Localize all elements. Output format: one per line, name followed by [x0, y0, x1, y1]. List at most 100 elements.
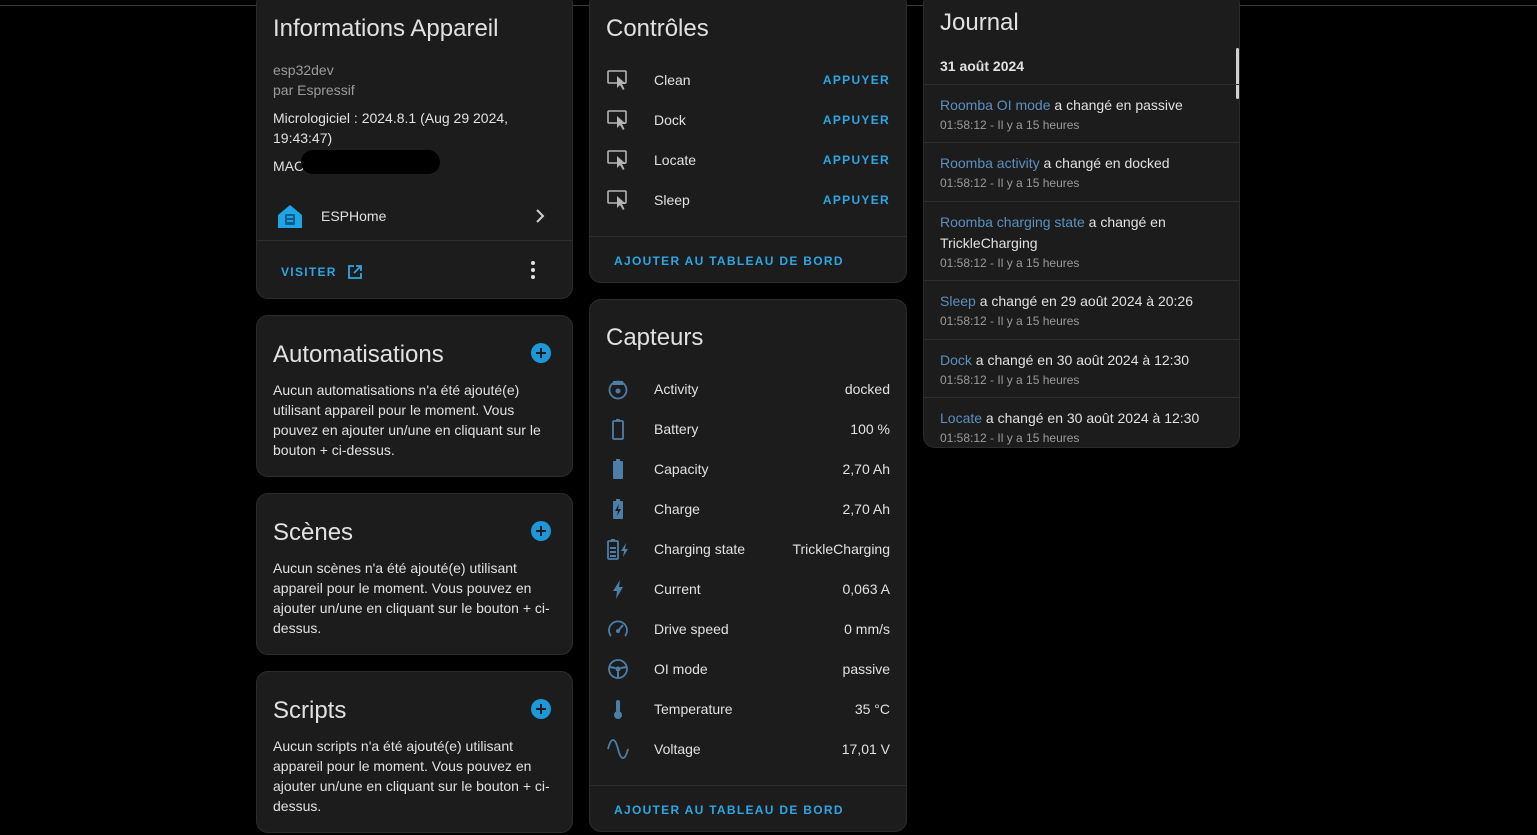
sensor-value: 2,70 Ah	[842, 501, 891, 517]
visit-button[interactable]: VISITER	[281, 264, 363, 280]
sensor-name: Current	[654, 581, 701, 597]
sensor-row-charging-state[interactable]: Charging state TrickleCharging	[606, 529, 890, 569]
automations-card: Automatisations Aucun automatisations n'…	[256, 315, 573, 477]
log-time: 01:58:12 - Il y a 15 heures	[940, 176, 1080, 190]
journal-date: 31 août 2024	[940, 58, 1025, 74]
thermometer-icon	[606, 697, 630, 721]
sensors-divider	[590, 785, 906, 786]
chevron-right-icon	[533, 206, 547, 231]
sensor-value: docked	[844, 381, 890, 397]
log-entry: Roomba charging state a changé en Trickl…	[924, 201, 1239, 270]
sensor-value: 17,01 V	[841, 741, 890, 757]
controls-title: Contrôles	[606, 15, 709, 42]
sensor-row-capacity[interactable]: Capacity 2,70 Ah	[606, 449, 890, 489]
scenes-title: Scènes	[273, 519, 354, 546]
device-mac-label: MAC	[273, 158, 305, 174]
journal-title: Journal	[940, 9, 1019, 36]
button-press-icon	[606, 188, 630, 212]
log-entity-link[interactable]: Roomba OI mode	[940, 97, 1051, 113]
sensor-row-temperature[interactable]: Temperature 35 °C	[606, 689, 890, 729]
controls-divider	[590, 236, 906, 237]
log-time: 01:58:12 - Il y a 15 heures	[940, 314, 1080, 328]
sensor-name: Battery	[654, 421, 699, 437]
sensor-row-current[interactable]: Current 0,063 A	[606, 569, 890, 609]
add-script-button[interactable]	[531, 699, 551, 719]
more-options-icon[interactable]	[527, 258, 539, 282]
sensor-name: Capacity	[654, 461, 709, 477]
sensors-add-to-dashboard-button[interactable]: AJOUTER AU TABLEAU DE BORD	[614, 803, 844, 817]
device-manufacturer: par Espressif	[273, 82, 355, 98]
log-entry: Roomba activity a changé en docked 01:58…	[924, 142, 1239, 190]
sensor-value: 2,70 Ah	[842, 461, 891, 477]
sensor-row-oi-mode[interactable]: OI mode passive	[606, 649, 890, 689]
device-info-card: Informations Appareil esp32dev par Espre…	[256, 0, 573, 299]
log-text: a changé en 30 août 2024 à 12:30	[971, 352, 1190, 368]
scripts-title: Scripts	[273, 697, 347, 724]
log-text: a changé en 29 août 2024 à 20:26	[975, 293, 1194, 309]
sensor-name: Voltage	[654, 741, 701, 757]
log-time: 01:58:12 - Il y a 15 heures	[940, 431, 1080, 445]
sensor-value: TrickleCharging	[792, 541, 890, 557]
log-entity-link[interactable]: Roomba charging state	[940, 214, 1085, 230]
sensor-name: OI mode	[654, 661, 708, 677]
button-press-icon	[606, 108, 630, 132]
sensor-row-battery[interactable]: Battery 100 %	[606, 409, 890, 449]
sensor-value: 35 °C	[854, 701, 890, 717]
battery-outline-icon	[606, 417, 630, 441]
integration-name: ESPHome	[321, 208, 387, 224]
control-name: Clean	[654, 72, 691, 88]
log-text: a changé en 30 août 2024 à 12:30	[982, 410, 1200, 426]
press-button-dock[interactable]: APPUYER	[823, 113, 890, 127]
sensor-row-activity[interactable]: Activity docked	[606, 369, 890, 409]
sine-wave-icon	[606, 737, 630, 761]
esphome-icon	[277, 203, 303, 234]
integration-row[interactable]: ESPHome	[257, 196, 572, 236]
add-scene-button[interactable]	[531, 521, 551, 541]
device-firmware: Micrologiciel : 2024.8.1 (Aug 29 2024, 1…	[273, 110, 509, 146]
sensor-name: Temperature	[654, 701, 733, 717]
log-time: 01:58:12 - Il y a 15 heures	[940, 256, 1080, 270]
speedometer-icon	[606, 617, 630, 641]
device-model: esp32dev	[273, 62, 334, 78]
control-name: Locate	[654, 152, 697, 168]
scripts-card: Scripts Aucun scripts n'a été ajouté(e) …	[256, 671, 573, 833]
scenes-card: Scènes Aucun scènes n'a été ajouté(e) ut…	[256, 493, 573, 655]
battery-charging-icon	[606, 497, 630, 521]
log-time: 01:58:12 - Il y a 15 heures	[940, 118, 1080, 132]
log-entity-link[interactable]: Locate	[940, 410, 982, 426]
button-press-icon	[606, 148, 630, 172]
add-automation-button[interactable]	[531, 343, 551, 363]
sensor-name: Charging state	[654, 541, 746, 557]
sensor-value: 0,063 A	[842, 581, 891, 597]
sensor-value: 100 %	[850, 421, 890, 437]
sensor-row-voltage[interactable]: Voltage 17,01 V	[606, 729, 890, 769]
steering-icon	[606, 657, 630, 681]
scenes-empty-text: Aucun scènes n'a été ajouté(e) utilisant…	[273, 560, 550, 636]
press-button-locate[interactable]: APPUYER	[823, 153, 890, 167]
sensor-name: Drive speed	[654, 621, 729, 637]
battery-charging-state-icon	[606, 537, 630, 561]
sensors-card: Capteurs Activity docked Battery 100 % C…	[589, 299, 907, 832]
sensor-value: passive	[842, 661, 890, 677]
log-entity-link[interactable]: Sleep	[940, 293, 976, 309]
sensor-row-charge[interactable]: Charge 2,70 Ah	[606, 489, 890, 529]
controls-add-to-dashboard-button[interactable]: AJOUTER AU TABLEAU DE BORD	[614, 254, 844, 268]
sensor-name: Activity	[654, 381, 699, 397]
log-entity-link[interactable]: Dock	[940, 352, 972, 368]
log-entity-link[interactable]: Roomba activity	[940, 155, 1040, 171]
sensor-name: Charge	[654, 501, 700, 517]
device-info-title: Informations Appareil	[273, 15, 499, 42]
control-name: Sleep	[654, 192, 690, 208]
log-text: a changé en passive	[1050, 97, 1183, 113]
control-row-locate: Locate APPUYER	[606, 140, 890, 180]
open-in-new-icon	[347, 264, 363, 280]
sensors-title: Capteurs	[606, 324, 704, 351]
control-row-sleep: Sleep APPUYER	[606, 180, 890, 220]
press-button-sleep[interactable]: APPUYER	[823, 193, 890, 207]
sensor-row-drive-speed[interactable]: Drive speed 0 mm/s	[606, 609, 890, 649]
log-entry: Locate a changé en 30 août 2024 à 12:30 …	[924, 397, 1239, 445]
log-entry: Roomba OI mode a changé en passive 01:58…	[924, 84, 1239, 132]
scripts-empty-text: Aucun scripts n'a été ajouté(e) utilisan…	[273, 738, 550, 814]
press-button-clean[interactable]: APPUYER	[823, 73, 890, 87]
control-row-clean: Clean APPUYER	[606, 60, 890, 100]
